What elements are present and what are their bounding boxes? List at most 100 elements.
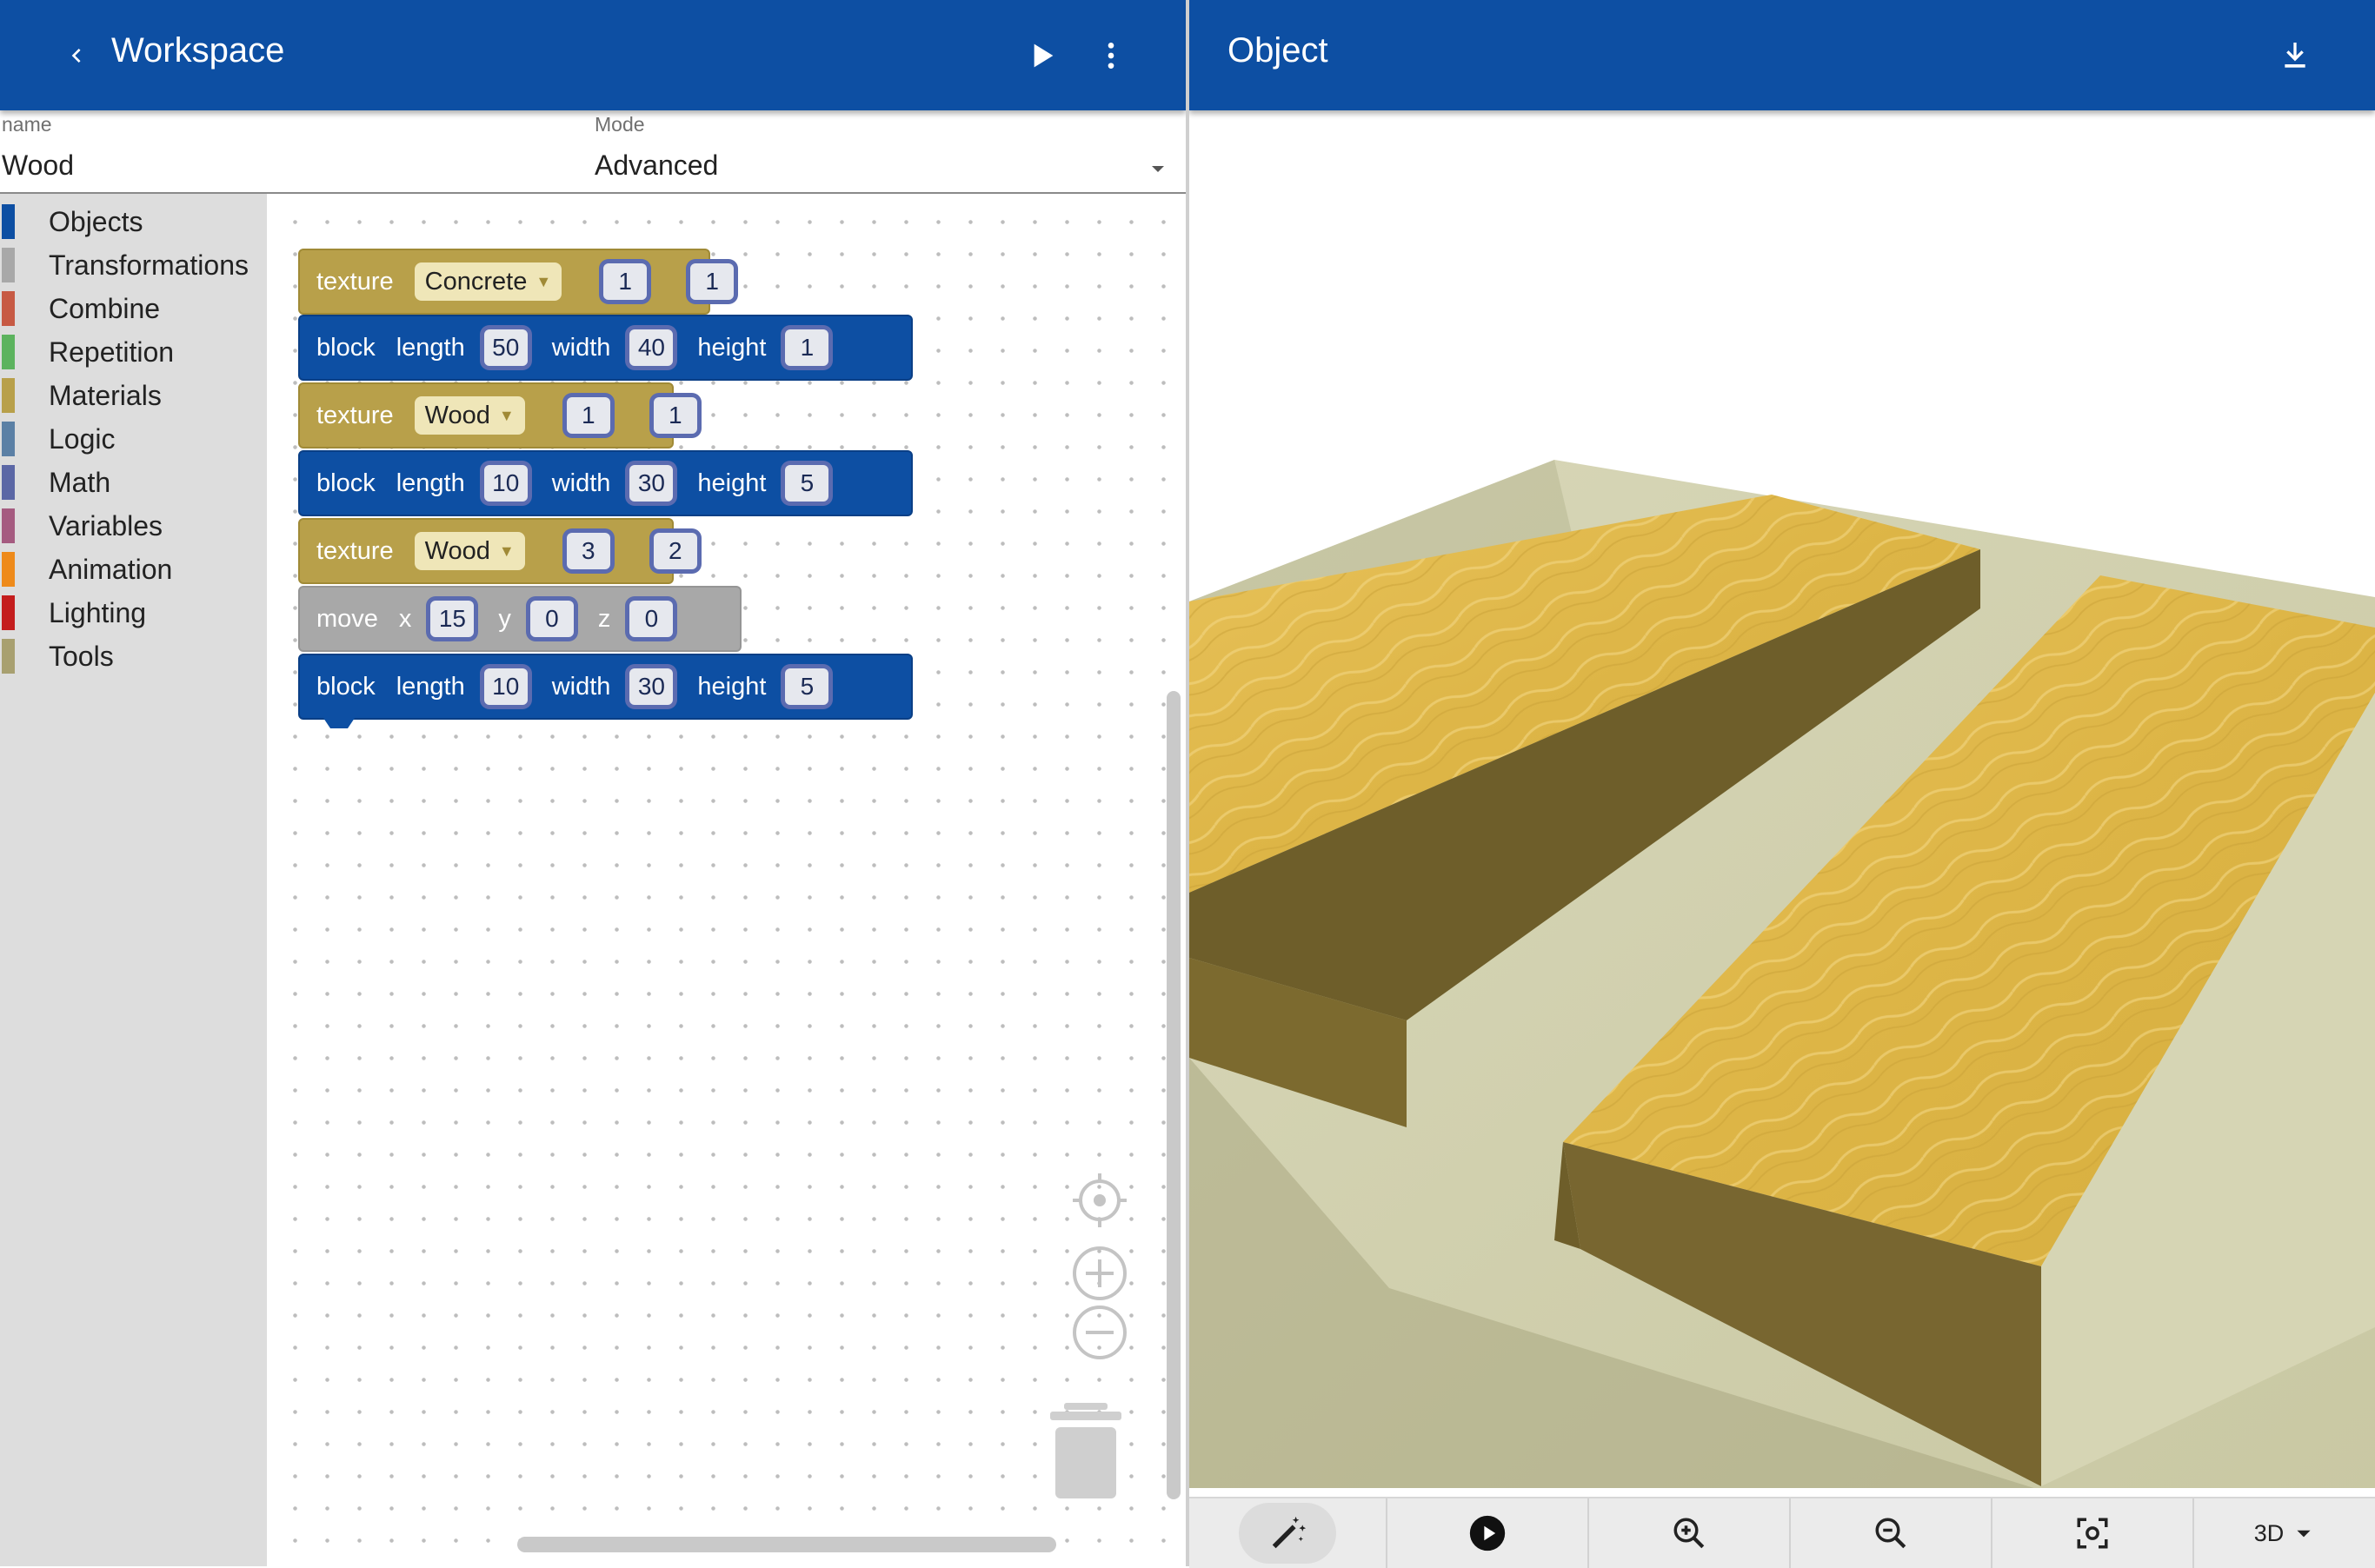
toolbox-item-logic[interactable]: Logic xyxy=(0,418,267,458)
zoom-out-button[interactable] xyxy=(1071,1304,1128,1361)
toolbox-item-label: Objects xyxy=(49,206,143,237)
category-swatch xyxy=(2,465,15,500)
caret-down-icon: ▼ xyxy=(498,541,515,560)
texture-dropdown[interactable]: Wood ▼ xyxy=(414,532,525,570)
toolbox-item-combine[interactable]: Combine xyxy=(0,288,267,328)
magic-wand-button[interactable] xyxy=(1189,1498,1387,1568)
number-input[interactable]: 10 xyxy=(483,465,528,502)
category-swatch xyxy=(2,422,15,456)
dropdown-value: Wood xyxy=(424,401,490,429)
number-input[interactable]: 15 xyxy=(430,601,475,637)
texture-dropdown[interactable]: Wood ▼ xyxy=(414,396,525,435)
category-swatch xyxy=(2,595,15,630)
param-label: x xyxy=(398,604,412,633)
texture-dropdown[interactable]: Concrete ▼ xyxy=(414,262,562,301)
name-input[interactable]: Wood xyxy=(2,149,74,182)
param-label: width xyxy=(551,333,611,362)
chevron-left-icon xyxy=(71,49,81,63)
back-button[interactable] xyxy=(52,31,101,80)
caret-down-icon xyxy=(1152,166,1164,172)
toolbox-item-objects[interactable]: Objects xyxy=(0,201,267,241)
category-swatch xyxy=(2,248,15,282)
toolbox-item-label: Transformations xyxy=(49,249,249,281)
number-input[interactable]: 50 xyxy=(483,329,528,366)
toolbox-item-math[interactable]: Math xyxy=(0,462,267,502)
number-input[interactable]: 1 xyxy=(653,397,697,434)
run-button[interactable] xyxy=(1017,31,1066,80)
number-input[interactable]: 1 xyxy=(690,263,735,300)
block-block[interactable]: block length 50 width 40 height 1 xyxy=(298,315,913,381)
object-viewer[interactable] xyxy=(1189,110,2375,1488)
param-label: z xyxy=(597,604,611,633)
number-input[interactable]: 2 xyxy=(653,533,697,569)
download-icon xyxy=(2285,43,2305,68)
object-header: Object xyxy=(1189,0,2375,110)
block-block[interactable]: block length 10 width 30 height 5 xyxy=(298,654,913,720)
category-swatch xyxy=(2,552,15,587)
view-mode-value: 3D xyxy=(2253,1519,2285,1546)
caret-down-icon xyxy=(2297,1530,2311,1538)
caret-down-icon: ▼ xyxy=(498,406,515,424)
workspace-header: Workspace xyxy=(0,0,1186,110)
zoom-out-viewer-button[interactable] xyxy=(1791,1498,1992,1568)
zoom-in-button[interactable] xyxy=(1071,1245,1128,1302)
view-mode-select[interactable]: 3D xyxy=(2194,1498,2375,1568)
category-swatch xyxy=(2,378,15,413)
toolbox-item-label: Animation xyxy=(49,554,173,585)
number-input[interactable]: 0 xyxy=(629,601,674,637)
number-input[interactable]: 5 xyxy=(785,668,829,705)
toolbox-item-repetition[interactable]: Repetition xyxy=(0,331,267,371)
number-input[interactable]: 30 xyxy=(629,465,674,502)
toolbox-item-animation[interactable]: Animation xyxy=(0,548,267,588)
move-block[interactable]: move x 15 y 0 z 0 xyxy=(298,586,742,652)
toolbox-item-materials[interactable]: Materials xyxy=(0,375,267,415)
workspace-horizontal-scrollbar[interactable] xyxy=(517,1537,1056,1552)
download-button[interactable] xyxy=(2271,31,2319,80)
recenter-button[interactable] xyxy=(1071,1172,1128,1229)
toolbox-item-lighting[interactable]: Lighting xyxy=(0,592,267,632)
mode-select[interactable]: Advanced xyxy=(595,149,1177,182)
zoom-in-viewer-button[interactable] xyxy=(1589,1498,1791,1568)
workspace-vertical-scrollbar[interactable] xyxy=(1167,691,1181,1499)
category-swatch xyxy=(2,508,15,543)
number-input[interactable]: 1 xyxy=(603,263,648,300)
param-label: height xyxy=(697,333,767,362)
block-keyword: block xyxy=(316,468,376,497)
toolbox-item-variables[interactable]: Variables xyxy=(0,505,267,545)
number-input[interactable]: 0 xyxy=(529,601,574,637)
toolbox-item-tools[interactable]: Tools xyxy=(0,635,267,675)
category-swatch xyxy=(2,291,15,326)
viewer-toolbar: 3D xyxy=(1189,1497,2375,1568)
number-input[interactable]: 40 xyxy=(629,329,674,366)
number-input[interactable]: 1 xyxy=(566,397,610,434)
block-block[interactable]: block length 10 width 30 height 5 xyxy=(298,450,913,516)
texture-block[interactable]: texture Wood ▼ 1 1 xyxy=(298,382,697,448)
number-input[interactable]: 1 xyxy=(785,329,829,366)
dropdown-value: Wood xyxy=(424,536,490,565)
block-keyword: texture xyxy=(316,536,394,565)
more-menu-button[interactable] xyxy=(1087,31,1135,80)
texture-block[interactable]: texture Wood ▼ 3 2 xyxy=(298,518,697,584)
number-input[interactable]: 5 xyxy=(785,465,829,502)
number-input[interactable]: 30 xyxy=(629,668,674,705)
number-input[interactable]: 10 xyxy=(483,668,528,705)
trash-button[interactable] xyxy=(1048,1403,1123,1500)
param-label: width xyxy=(551,468,611,497)
toolbox-item-transformations[interactable]: Transformations xyxy=(0,244,267,284)
workspace-title: Workspace xyxy=(111,31,285,70)
caret-down-icon: ▼ xyxy=(536,272,552,290)
toolbox-item-label: Materials xyxy=(49,380,162,411)
toolbox-item-label: Lighting xyxy=(49,597,147,628)
pane-divider[interactable] xyxy=(1186,0,1189,1566)
zoom-out-icon xyxy=(1875,1518,1906,1549)
block-keyword: texture xyxy=(316,267,394,296)
zoom-in-icon xyxy=(1073,1246,1127,1300)
texture-block[interactable]: texture Concrete ▼ 1 1 xyxy=(298,249,735,315)
trash-icon xyxy=(1050,1403,1121,1498)
toolbox-item-label: Variables xyxy=(49,510,163,541)
fit-screen-button[interactable] xyxy=(1992,1498,2194,1568)
block-keyword: move xyxy=(316,604,378,633)
number-input[interactable]: 3 xyxy=(566,533,610,569)
play-animation-button[interactable] xyxy=(1387,1498,1589,1568)
toolbox-item-label: Combine xyxy=(49,293,161,324)
